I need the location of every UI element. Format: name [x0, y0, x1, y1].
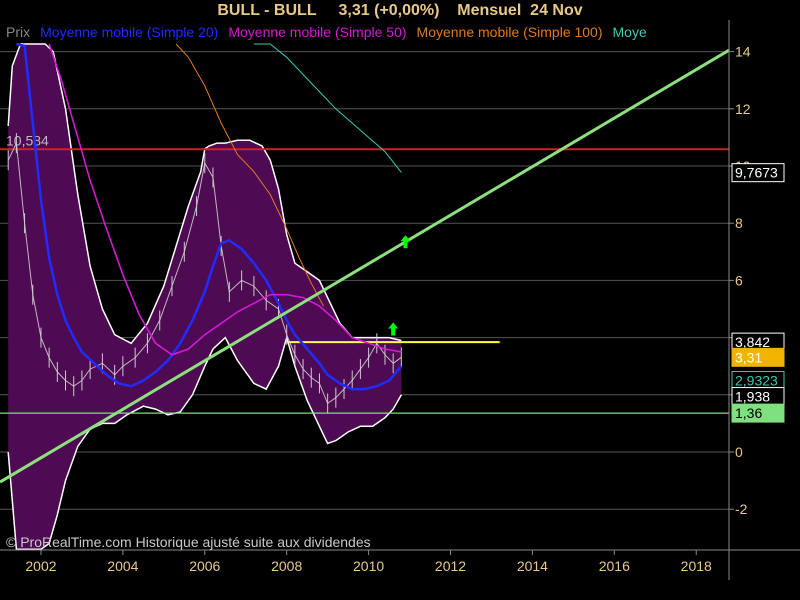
- chart-background: [0, 0, 800, 600]
- price-label: 9,7673: [735, 165, 778, 181]
- resistance-label: 10,584: [6, 132, 49, 148]
- legend-item: Moyenne mobile (Simple 100): [416, 24, 603, 40]
- x-tick-label: 2008: [271, 558, 302, 574]
- x-tick-label: 2010: [353, 558, 384, 574]
- y-tick-label: -2: [735, 501, 748, 517]
- legend-item: Prix: [6, 24, 31, 40]
- y-tick-label: 0: [735, 444, 743, 460]
- copyright-text: © ProRealTime.com Historique ajusté suit…: [6, 534, 371, 550]
- price-label: 2,9323: [735, 373, 778, 389]
- price-label: 3,31: [735, 349, 762, 365]
- x-tick-label: 2012: [435, 558, 466, 574]
- x-tick-label: 2018: [681, 558, 712, 574]
- price-label: 1,36: [735, 405, 762, 421]
- price-label: 1,938: [735, 389, 770, 405]
- y-tick-label: 14: [735, 44, 751, 60]
- x-tick-label: 2006: [189, 558, 220, 574]
- y-tick-label: 8: [735, 215, 743, 231]
- price-chart[interactable]: 10,584 -20246810121420022004200620082010…: [0, 0, 800, 600]
- x-tick-label: 2016: [599, 558, 630, 574]
- legend-item: Moyenne mobile (Simple 50): [228, 24, 407, 40]
- legend-item: Moyenne mobile (Simple 20): [40, 24, 219, 40]
- y-tick-label: 12: [735, 101, 751, 117]
- x-tick-label: 2004: [107, 558, 138, 574]
- legend-item: Moye: [612, 24, 647, 40]
- chart-title: BULL - BULL 3,31 (+0,00%) Mensuel 24 Nov: [217, 2, 583, 19]
- y-tick-label: 6: [735, 272, 743, 288]
- x-tick-label: 2002: [25, 558, 56, 574]
- price-label: 3,842: [735, 334, 770, 350]
- x-tick-label: 2014: [517, 558, 548, 574]
- legend: Prix Moyenne mobile (Simple 20) Moyenne mo…: [6, 24, 657, 42]
